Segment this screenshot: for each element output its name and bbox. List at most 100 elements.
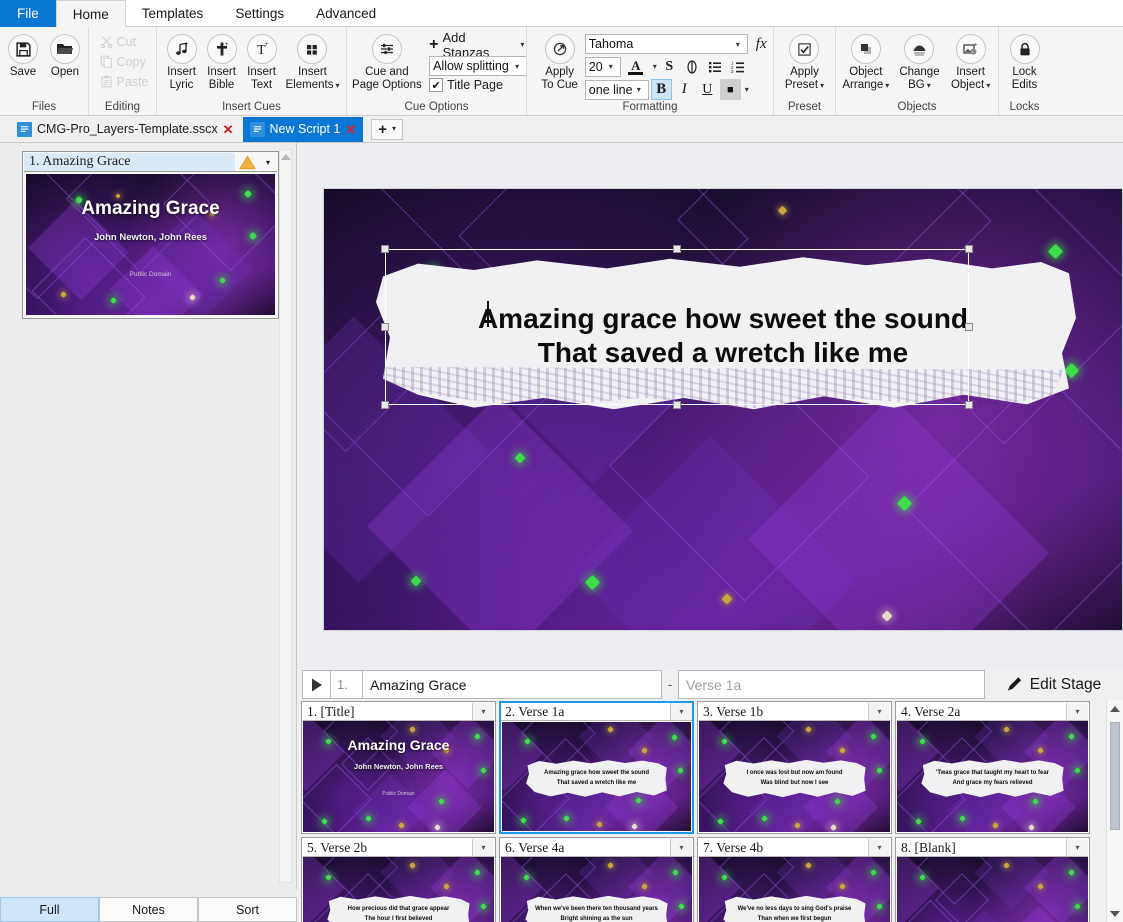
slide-editor-canvas[interactable]: Amazing grace how sweet the sound That s…	[323, 188, 1123, 631]
slide-thumbnail-1[interactable]: 1. [Title] ▾ Amazing Grace John Newton, Joh…	[300, 700, 498, 836]
slide-thumbnail-menu-caret-icon[interactable]: ▾	[670, 839, 692, 856]
selection-handle-top-left[interactable]	[381, 245, 389, 253]
slide-thumbnail-menu-caret-icon[interactable]: ▾	[1066, 703, 1088, 720]
cut-button[interactable]: Cut	[96, 32, 140, 51]
selection-handle-bottom-center[interactable]	[673, 401, 681, 409]
slide-thumbnail-menu-caret-icon[interactable]: ▾	[670, 703, 692, 720]
line-mode-dropdown[interactable]: one line ▾	[584, 79, 649, 100]
add-stanzas-caret-icon[interactable]: ▾	[520, 40, 524, 49]
cue-list-scroll-up-arrow-icon[interactable]	[280, 150, 291, 163]
insert-object-button[interactable]: ♪ + Insert Object ▾	[946, 32, 996, 91]
object-arrange-caret-icon[interactable]: ▾	[885, 81, 889, 90]
paste-button[interactable]: Paste	[96, 72, 153, 91]
close-icon[interactable]: ✕	[345, 123, 356, 136]
view-tab-notes[interactable]: Notes	[99, 897, 198, 922]
font-size-dropdown[interactable]: 20 ▾	[584, 56, 621, 77]
cue-list-item-1[interactable]: 1. Amazing Grace ▾ Amazing Grace John Ne…	[22, 151, 279, 319]
strikethrough-button[interactable]: S	[659, 56, 680, 77]
selection-handle-bottom-right[interactable]	[965, 401, 973, 409]
add-stanzas-button[interactable]: + Add Stanzas ▾	[429, 30, 528, 60]
slide-thumbnail-6[interactable]: 6. Verse 4a ▾ When we've been there ten th…	[498, 836, 696, 922]
selection-handle-bottom-left[interactable]	[381, 401, 389, 409]
insert-object-caret-icon[interactable]: ▾	[986, 81, 990, 90]
close-icon[interactable]: ✕	[223, 123, 234, 136]
selection-handle-middle-left[interactable]	[381, 323, 389, 331]
apply-preset-caret-icon[interactable]: ▾	[820, 81, 824, 90]
ribbon-tab-home[interactable]: Home	[55, 0, 126, 27]
font-color-button[interactable]: A	[623, 56, 649, 77]
object-arrange-button[interactable]: Object Arrange ▾	[838, 32, 893, 91]
thumbnail-scroll-down-arrow-icon[interactable]	[1107, 905, 1123, 922]
insert-elements-caret-icon[interactable]: ▾	[335, 81, 339, 90]
italic-button[interactable]: I	[674, 79, 695, 100]
bold-button[interactable]: B	[650, 79, 672, 100]
add-tab-button[interactable]: + ▾	[371, 118, 404, 140]
cue-list-scrollbar[interactable]	[279, 149, 292, 883]
cue-subtitle-input[interactable]: Verse 1a	[678, 670, 985, 699]
slide-thumbnail-menu-caret-icon[interactable]: ▾	[472, 703, 494, 720]
insert-lyric-button[interactable]: + Insert Lyric	[162, 32, 202, 91]
font-color-caret-icon[interactable]: ▾	[653, 62, 657, 71]
slide-thumbnail-2[interactable]: 2. Verse 1a ▾ Amazing grace how sweet the …	[498, 700, 696, 836]
ribbon-tab-settings[interactable]: Settings	[219, 0, 300, 27]
underline-button[interactable]: U	[697, 79, 718, 100]
bullet-list-button[interactable]	[705, 56, 726, 77]
save-button[interactable]: Save	[3, 32, 43, 79]
edit-stage-button[interactable]: Edit Stage	[985, 670, 1121, 699]
insert-elements-button[interactable]: Insert Elements ▾	[282, 32, 344, 91]
font-family-dropdown[interactable]: Tahoma ▾	[584, 34, 748, 54]
outline-button[interactable]	[682, 56, 703, 77]
open-button[interactable]: Open	[45, 32, 85, 79]
text-cursor	[487, 301, 489, 327]
copy-button[interactable]: Copy	[96, 52, 150, 71]
highlight-button[interactable]: ■	[719, 79, 741, 100]
ribbon-tab-advanced[interactable]: Advanced	[300, 0, 392, 27]
slide-thumbnail-4[interactable]: 4. Verse 2a ▾ 'Twas grace that taught my h…	[894, 700, 1092, 836]
insert-elements-label-1: Insert	[298, 66, 327, 78]
apply-preset-button[interactable]: Apply Preset ▾	[781, 32, 828, 91]
cue-and-page-options-button[interactable]: Cue and Page Options	[349, 32, 425, 91]
lock-edits-button[interactable]: Lock Edits	[1005, 32, 1045, 91]
selection-handle-middle-right[interactable]	[965, 323, 973, 331]
apply-to-cue-button[interactable]: Apply To Cue	[537, 32, 581, 91]
slide-thumbnail-8[interactable]: 8. [Blank] ▾	[894, 836, 1092, 922]
play-button[interactable]	[302, 670, 330, 699]
thumbnail-scrollbar-thumb[interactable]	[1110, 722, 1120, 830]
ribbon-tab-file[interactable]: File	[0, 0, 56, 27]
title-page-checkbox[interactable]: ✔ Title Page	[429, 78, 528, 92]
slide-thumbnail-5[interactable]: 5. Verse 2b ▾ How precious did that grace …	[300, 836, 498, 922]
insert-bible-button[interactable]: + Insert Bible	[202, 32, 242, 91]
document-tab-new-script-label: New Script 1	[269, 122, 341, 136]
add-tab-caret-icon[interactable]: ▾	[392, 125, 396, 133]
slide-thumbnail-menu-caret-icon[interactable]: ▾	[868, 839, 890, 856]
cue-title-input[interactable]: Amazing Grace	[362, 670, 662, 699]
selection-handle-top-center[interactable]	[673, 245, 681, 253]
view-tab-full[interactable]: Full	[0, 897, 99, 922]
slide-thumbnail-menu-caret-icon[interactable]: ▾	[868, 703, 890, 720]
apply-preset-label-2: Preset	[784, 78, 819, 91]
slide-thumbnail-menu-caret-icon[interactable]: ▾	[1066, 839, 1088, 856]
document-tab-template[interactable]: CMG-Pro_Layers-Template.sscx ✕	[10, 117, 241, 142]
scissors-icon	[100, 36, 112, 48]
view-tab-sort[interactable]: Sort	[198, 897, 297, 922]
ribbon-tab-templates[interactable]: Templates	[126, 0, 220, 27]
document-tab-new-script[interactable]: New Script 1 ✕	[242, 116, 364, 142]
cue-list-item-1-menu-caret-icon[interactable]: ▾	[259, 153, 277, 171]
slide-thumbnail-menu-caret-icon[interactable]: ▾	[472, 839, 494, 856]
change-bg-button[interactable]: Change BG ▾	[895, 32, 943, 91]
numbered-list-button[interactable]: 123	[728, 56, 749, 77]
cue-navigation-bar: 1. Amazing Grace - Verse 1a Edit Stage	[300, 669, 1123, 700]
slide-thumbnail-3[interactable]: 3. Verse 1b ▾ I once was lost but now am f…	[696, 700, 894, 836]
fx-button[interactable]: fx	[756, 36, 767, 53]
text-object-selection-box[interactable]	[385, 249, 969, 405]
selection-handle-top-right[interactable]	[965, 245, 973, 253]
splitting-dropdown[interactable]: Allow splitting ▾	[429, 56, 528, 76]
highlight-caret-icon[interactable]: ▾	[745, 85, 749, 94]
slide-thumbnail-7[interactable]: 7. Verse 4b ▾ We've no less days to sing G…	[696, 836, 894, 922]
warning-triangle-icon[interactable]	[235, 153, 259, 171]
insert-text-button[interactable]: T + Insert Text	[242, 32, 282, 91]
change-bg-caret-icon[interactable]: ▾	[927, 81, 931, 90]
thumbnail-scroll-up-arrow-icon[interactable]	[1107, 700, 1123, 717]
underline-label: U	[702, 81, 713, 97]
thumbnail-grid-scrollbar[interactable]	[1106, 700, 1123, 922]
